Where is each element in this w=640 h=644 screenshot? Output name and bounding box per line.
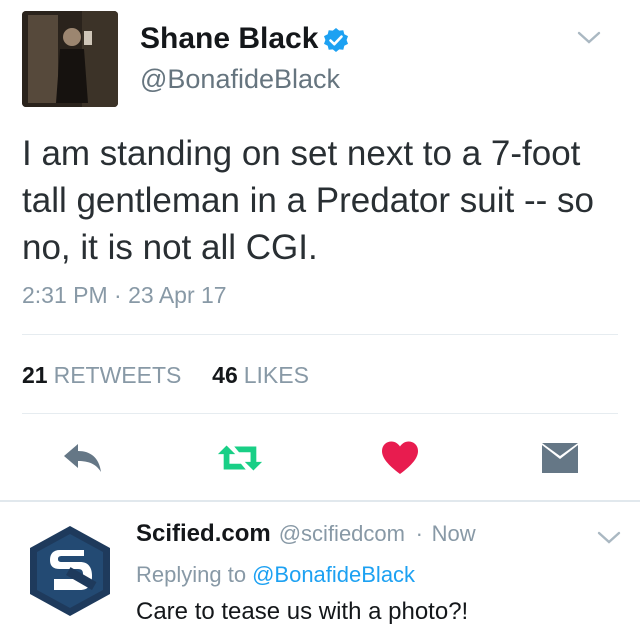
tweet-text: I am standing on set next to a 7-foot ta… [22, 134, 594, 267]
author-name[interactable]: Shane Black [140, 22, 318, 56]
reply-author-line: Scified.com @scifiedcom · Now [136, 520, 476, 548]
likes-label: LIKES [243, 362, 309, 388]
scified-logo-icon [30, 526, 110, 616]
tweet-timestamp[interactable]: 2:31 PM · 23 Apr 17 [22, 282, 227, 309]
reply-author-avatar[interactable] [26, 524, 114, 618]
direct-message-button[interactable] [536, 434, 584, 482]
replying-to-handle-link[interactable]: @BonafideBlack [252, 562, 415, 587]
reply-text: Care to tease us with a photo?! [136, 598, 469, 625]
author-avatar[interactable] [22, 11, 118, 107]
retweets-count: 21 [22, 362, 48, 388]
replying-to-line: Replying to @BonafideBlack [136, 562, 415, 588]
retweet-button[interactable] [216, 434, 264, 482]
reply-button[interactable] [58, 434, 106, 482]
reply-separator: · [415, 521, 423, 546]
retweet-icon [217, 445, 263, 471]
chevron-down-icon[interactable] [576, 30, 602, 46]
author-handle[interactable]: @BonafideBlack [140, 64, 340, 95]
likes-stat[interactable]: 46 LIKES [212, 362, 309, 388]
tweet-stats: 21 RETWEETS 46 LIKES [22, 362, 309, 389]
heart-icon [382, 441, 418, 474]
reply-chevron-down-icon[interactable] [596, 530, 622, 546]
avatar-photo [22, 11, 118, 107]
reply-icon [64, 444, 101, 472]
tweet-date: 23 Apr 17 [128, 282, 227, 308]
replying-to-label: Replying to [136, 562, 247, 587]
retweets-label: RETWEETS [53, 362, 182, 388]
like-button[interactable] [376, 434, 424, 482]
time-separator: · [114, 282, 122, 308]
likes-count: 46 [212, 362, 238, 388]
retweets-stat[interactable]: 21 RETWEETS [22, 362, 188, 388]
reply-author-handle[interactable]: @scifiedcom [279, 521, 405, 546]
section-divider [0, 500, 640, 502]
message-icon [542, 443, 578, 473]
divider [22, 413, 618, 414]
verified-badge-icon [322, 27, 350, 55]
reply-author-name[interactable]: Scified.com [136, 520, 271, 547]
tweet-time: 2:31 PM [22, 282, 108, 308]
divider [22, 334, 618, 335]
reply-time[interactable]: Now [432, 521, 476, 546]
